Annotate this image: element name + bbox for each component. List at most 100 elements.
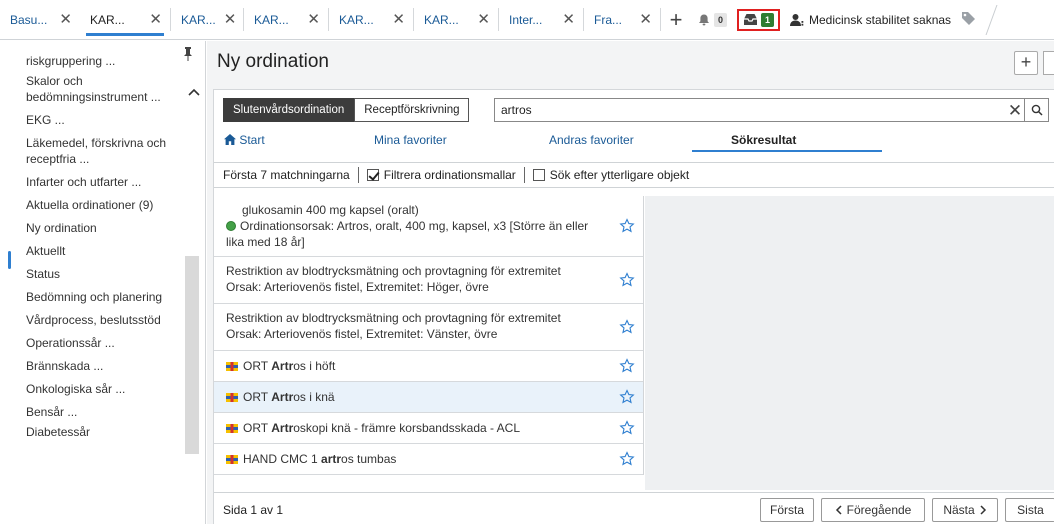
sidebar-item-ny-ordination[interactable]: Ny ordination <box>26 217 181 240</box>
star-icon[interactable] <box>619 358 635 374</box>
tag-icon[interactable] <box>961 11 976 28</box>
sidebar-item-vardprocess[interactable]: Vårdprocess, beslutsstöd <box>26 309 181 332</box>
results-list: glukosamin 400 mg kapsel (oralt) Ordinat… <box>214 196 644 475</box>
collapse-up-icon[interactable] <box>188 83 200 99</box>
sidebar-item-onkologiska-sar[interactable]: Onkologiska sår ... <box>26 378 181 401</box>
tab-fra[interactable]: Fra... ✕ <box>584 0 660 39</box>
sidebar-item-brannskada[interactable]: Brännskada ... <box>26 355 181 378</box>
detail-preview-pane <box>645 196 1054 490</box>
inbox-button[interactable]: 1 <box>737 8 780 31</box>
result-row[interactable]: HAND CMC 1 artros tumbas <box>214 444 643 475</box>
sidebar-item-aktuella-ordinationer[interactable]: Aktuella ordinationer (9) <box>26 194 181 217</box>
top-actions: + 0 1 Medicinsk stabilitet saknas <box>665 0 998 39</box>
close-icon[interactable]: ✕ <box>149 12 162 27</box>
ordination-panel: Slutenvårdsordination Receptförskrivning… <box>213 89 1054 525</box>
sidebar-item-skalor[interactable]: Skalor och bedömningsinstrument ... <box>26 70 181 109</box>
chevron-left-icon <box>835 505 842 515</box>
add-tab-button[interactable]: + <box>665 8 687 31</box>
tab-kar-active[interactable]: KAR... ✕ <box>80 0 170 39</box>
sidebar-scrollbar[interactable] <box>185 256 199 454</box>
close-icon[interactable]: ✕ <box>392 12 405 27</box>
tab-kar-2[interactable]: KAR... ✕ <box>171 0 243 39</box>
tab-mina-favoriter[interactable]: Mina favoriter <box>374 133 447 147</box>
result-detail: Orsak: Arteriovenös fistel, Extremitet: … <box>226 280 489 294</box>
result-row[interactable]: ORT Artros i höft <box>214 351 643 382</box>
template-icon <box>226 455 238 464</box>
search-input[interactable] <box>495 100 1006 120</box>
sidebar-item-bensar[interactable]: Bensår ... <box>26 401 181 424</box>
tab-kar-5[interactable]: KAR... ✕ <box>414 0 498 39</box>
sidebar-item-status[interactable]: Status <box>26 263 181 286</box>
search-button[interactable] <box>1024 99 1048 121</box>
pin-icon[interactable] <box>183 47 193 64</box>
add-button[interactable]: + <box>1014 51 1038 75</box>
tab-kar-4[interactable]: KAR... ✕ <box>329 0 413 39</box>
tab-kar-3[interactable]: KAR... ✕ <box>244 0 328 39</box>
tab-start[interactable]: Start <box>224 133 265 147</box>
star-icon[interactable] <box>619 272 635 288</box>
filter-divider <box>523 167 525 183</box>
medical-stability-warning[interactable]: Medicinsk stabilitet saknas <box>790 13 951 27</box>
result-title: Restriktion av blodtrycksmätning och pro… <box>226 264 561 278</box>
result-row[interactable]: glukosamin 400 mg kapsel (oralt) Ordinat… <box>214 196 643 257</box>
result-row[interactable]: ORT Artroskopi knä - främre korsbandsska… <box>214 413 643 444</box>
clear-icon[interactable]: ✕ <box>1006 102 1024 119</box>
template-icon <box>226 362 238 371</box>
sidebar-item-lakemedel[interactable]: Läkemedel, förskrivna och receptfria ... <box>26 132 181 171</box>
tab-sokresultat[interactable]: Sökresultat <box>731 133 796 147</box>
sidebar-item-bedomning[interactable]: Bedömning och planering <box>26 286 181 309</box>
tab-andras-favoriter[interactable]: Andras favoriter <box>549 133 634 147</box>
star-icon[interactable] <box>619 319 635 335</box>
notification-count-badge: 0 <box>714 12 727 27</box>
sidebar-item-diabetessar[interactable]: Diabetessår <box>26 424 181 441</box>
search-more-checkbox[interactable] <box>532 169 545 181</box>
next-page-button[interactable]: Nästa <box>932 498 998 522</box>
star-icon[interactable] <box>619 420 635 436</box>
bell-icon[interactable] <box>697 13 711 27</box>
prev-page-button[interactable]: Föregående <box>821 498 925 522</box>
last-page-button[interactable]: Sista <box>1005 498 1054 522</box>
close-icon[interactable]: ✕ <box>562 12 575 27</box>
status-dot-icon <box>226 221 236 231</box>
star-icon[interactable] <box>619 218 635 234</box>
close-icon[interactable]: ✕ <box>639 12 652 27</box>
search-box: ✕ <box>494 98 1049 122</box>
star-icon[interactable] <box>619 389 635 405</box>
close-icon[interactable]: ✕ <box>477 12 490 27</box>
result-title: glukosamin 400 mg kapsel (oralt) <box>242 203 419 217</box>
filter-templates-checkbox[interactable] <box>366 169 379 181</box>
sidebar-list: riskgruppering ... Skalor och bedömnings… <box>26 53 181 441</box>
result-detail: Ordinationsorsak: Artros, oralt, 400 mg,… <box>226 219 589 249</box>
filter-templates-label[interactable]: Filtrera ordinationsmallar <box>384 168 516 182</box>
close-icon[interactable]: ✕ <box>224 12 237 27</box>
sidebar-item-infarter[interactable]: Infarter och utfarter ... <box>26 171 181 194</box>
result-row[interactable]: Restriktion av blodtrycksmätning och pro… <box>214 304 643 351</box>
result-detail: Orsak: Arteriovenös fistel, Extremitet: … <box>226 327 498 341</box>
result-row-selected[interactable]: ORT Artros i knä <box>214 382 643 413</box>
main-area: Ny ordination + Slutenvårdsordination Re… <box>207 41 1054 525</box>
close-icon[interactable]: ✕ <box>307 12 320 27</box>
sidebar-item-riskgruppering[interactable]: riskgruppering ... <box>26 53 181 70</box>
page-title: Ny ordination <box>217 51 329 72</box>
page-indicator: Sida 1 av 1 <box>223 503 284 517</box>
star-icon[interactable] <box>619 451 635 467</box>
first-page-button[interactable]: Första <box>760 498 814 522</box>
mode-slutenvard-button[interactable]: Slutenvårdsordination <box>223 98 355 122</box>
chevron-right-icon <box>980 505 986 515</box>
search-more-label[interactable]: Sök efter ytterligare objekt <box>550 168 689 182</box>
sidebar-item-ekg[interactable]: EKG ... <box>26 109 181 132</box>
close-icon[interactable]: ✕ <box>59 12 72 27</box>
filter-divider <box>357 167 359 183</box>
tab-basu[interactable]: Basu... ✕ <box>0 0 80 39</box>
tab-inter[interactable]: Inter... ✕ <box>499 0 583 39</box>
filter-bar: Första 7 matchningarna Filtrera ordinati… <box>214 162 1054 188</box>
sidebar-item-aktuellt[interactable]: Aktuellt <box>26 240 181 263</box>
sidebar: riskgruppering ... Skalor och bedömnings… <box>0 41 206 524</box>
sidebar-item-operationssar[interactable]: Operationssår ... <box>26 332 181 355</box>
mode-recept-button[interactable]: Receptförskrivning <box>354 98 470 122</box>
results-area: glukosamin 400 mg kapsel (oralt) Ordinat… <box>214 196 1054 490</box>
tab-divider <box>660 8 661 31</box>
tab-bar: Basu... ✕ KAR... ✕ KAR... ✕ KAR... ✕ KAR... ✕… <box>0 0 1054 40</box>
more-button[interactable] <box>1043 51 1054 75</box>
result-row[interactable]: Restriktion av blodtrycksmätning och pro… <box>214 257 643 304</box>
